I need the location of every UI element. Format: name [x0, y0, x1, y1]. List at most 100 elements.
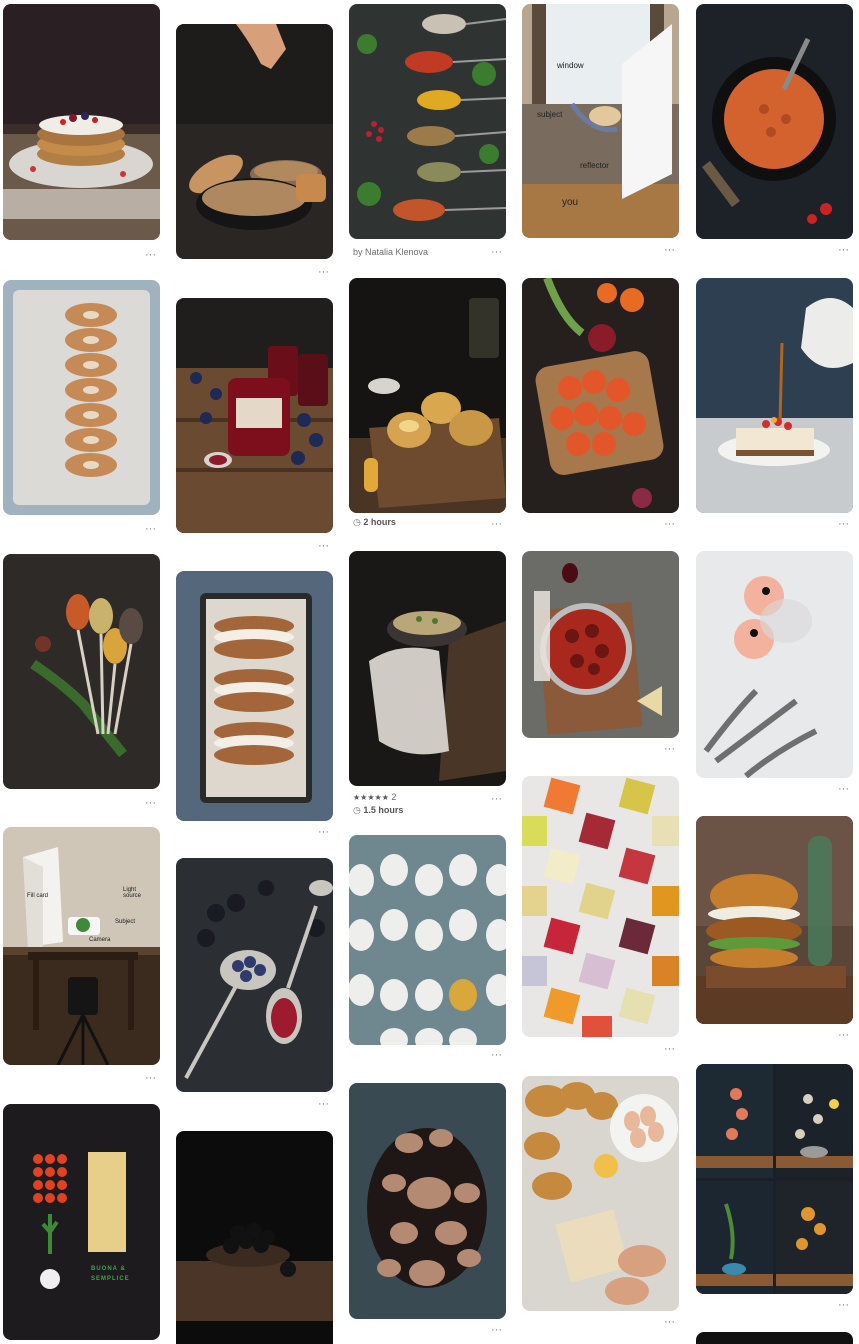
pin-image[interactable]	[522, 551, 679, 738]
fried-chicken-burger-photo	[696, 816, 853, 1024]
pin-card[interactable]: ···	[176, 298, 333, 552]
donuts-photo	[3, 280, 160, 515]
pin-card[interactable]: ···	[3, 4, 160, 261]
pin-card[interactable]: ···	[696, 1064, 853, 1311]
more-options-icon[interactable]: ···	[838, 784, 849, 795]
pin-image[interactable]	[176, 298, 333, 533]
pin-image[interactable]	[176, 24, 333, 259]
pin-image[interactable]: window subject reflector you	[522, 4, 679, 238]
more-options-icon[interactable]: ···	[145, 524, 156, 535]
subject-label: subject	[537, 110, 563, 119]
more-options-icon[interactable]: ···	[664, 1044, 675, 1055]
pin-card[interactable]: ···	[176, 571, 333, 838]
mushrooms-photo	[349, 1083, 506, 1319]
fill-card-label: Fill card	[27, 893, 49, 899]
risotto-bowl-photo	[349, 551, 506, 786]
more-options-icon[interactable]: ···	[838, 519, 849, 530]
pin-card[interactable]: ···	[349, 1083, 506, 1336]
pin-image[interactable]	[3, 4, 160, 240]
pin-image[interactable]	[3, 554, 160, 789]
pin-image[interactable]	[696, 816, 853, 1024]
more-options-icon[interactable]: ···	[664, 1317, 675, 1328]
more-options-icon[interactable]: ···	[318, 267, 329, 278]
pin-card[interactable]: by Natalia Klenova ···	[349, 4, 506, 258]
reflector-label: reflector	[580, 161, 609, 170]
pin-card[interactable]: window subject reflector you ···	[522, 4, 679, 256]
jam-jars-photo	[176, 298, 333, 533]
pin-image[interactable]	[176, 858, 333, 1092]
more-options-icon[interactable]: ···	[145, 1073, 156, 1084]
pancake-photo	[3, 4, 160, 240]
more-options-icon[interactable]: ···	[838, 1300, 849, 1311]
pin-duration: ◷ 1.5 hours	[353, 805, 404, 815]
baked-potatoes-photo	[349, 278, 506, 513]
more-options-icon[interactable]: ···	[318, 1099, 329, 1110]
pin-image[interactable]	[522, 776, 679, 1037]
pin-card[interactable]: ···	[696, 816, 853, 1041]
spice-spoons-board-photo	[349, 4, 506, 239]
cocktails-photo	[696, 551, 853, 778]
more-options-icon[interactable]: ···	[838, 245, 849, 256]
more-options-icon[interactable]: ···	[491, 1050, 502, 1061]
blackberries-basket-photo	[176, 1131, 333, 1344]
pin-card[interactable]: ···	[176, 24, 333, 278]
pin-card[interactable]: ···	[696, 278, 853, 530]
pin-card[interactable]	[696, 1332, 853, 1344]
pin-image[interactable]	[176, 571, 333, 821]
pin-image[interactable]: BUONA & SEMPLICE	[3, 1104, 160, 1340]
pin-image[interactable]	[176, 1131, 333, 1344]
pin-image[interactable]	[3, 280, 160, 515]
pin-image[interactable]: Fill card Light source Subject Camera	[3, 827, 160, 1065]
pin-image[interactable]	[349, 1083, 506, 1319]
more-options-icon[interactable]: ···	[318, 541, 329, 552]
pin-card[interactable]: ···	[176, 858, 333, 1110]
more-options-icon[interactable]: ···	[664, 519, 675, 530]
pin-image[interactable]	[349, 551, 506, 786]
pin-image[interactable]	[349, 4, 506, 239]
lighting-setup-photo	[522, 4, 679, 238]
pin-card[interactable]: ···	[522, 551, 679, 755]
pin-image[interactable]	[696, 4, 853, 239]
pin-card[interactable]: ···	[696, 4, 853, 256]
pin-image[interactable]	[696, 278, 853, 513]
more-options-icon[interactable]: ···	[145, 798, 156, 809]
pin-card[interactable]: Fill card Light source Subject Camera ··…	[3, 827, 160, 1084]
ice-cream-sandwich-photo	[176, 571, 333, 821]
croissants-dough-photo	[522, 1076, 679, 1311]
pin-image[interactable]	[349, 835, 506, 1045]
pin-image[interactable]	[696, 551, 853, 778]
pin-card[interactable]: ★★★★★ 2 ◷ 1.5 hours ···	[349, 551, 506, 815]
subject-label: Subject	[115, 919, 136, 925]
pin-image[interactable]	[349, 278, 506, 513]
pin-card[interactable]: ···	[522, 1076, 679, 1328]
pin-card[interactable]	[176, 1131, 333, 1344]
more-options-icon[interactable]: ···	[491, 1325, 502, 1336]
pin-image[interactable]	[696, 1332, 853, 1344]
pin-image[interactable]	[522, 278, 679, 513]
window-label: window	[557, 61, 584, 70]
more-options-icon[interactable]: ···	[491, 519, 502, 530]
pin-card[interactable]: ···	[349, 835, 506, 1061]
pin-rating: ★★★★★ 2	[353, 792, 397, 802]
more-options-icon[interactable]: ···	[491, 247, 502, 258]
pin-card[interactable]: ···	[3, 280, 160, 535]
more-options-icon[interactable]: ···	[838, 1030, 849, 1041]
more-options-icon[interactable]: ···	[664, 245, 675, 256]
more-options-icon[interactable]: ···	[318, 827, 329, 838]
tomato-soup-photo	[696, 4, 853, 239]
rating-stars-icon: ★★★★★	[353, 793, 389, 802]
more-options-icon[interactable]: ···	[145, 250, 156, 261]
pin-card[interactable]: ···	[3, 554, 160, 809]
pin-card[interactable]: BUONA & SEMPLICE	[3, 1104, 160, 1340]
pin-card[interactable]: ···	[522, 776, 679, 1055]
more-options-icon[interactable]: ···	[491, 794, 502, 805]
pin-card[interactable]: ···	[696, 551, 853, 795]
pin-image[interactable]	[696, 1064, 853, 1294]
pin-card[interactable]: ◷ 2 hours ···	[349, 278, 506, 530]
pin-image[interactable]	[522, 1076, 679, 1311]
soup-bread-photo	[176, 24, 333, 259]
colorful-cubes-photo	[522, 776, 679, 1037]
pin-card[interactable]: ···	[522, 278, 679, 530]
more-options-icon[interactable]: ···	[664, 744, 675, 755]
blood-oranges-photo	[522, 278, 679, 513]
